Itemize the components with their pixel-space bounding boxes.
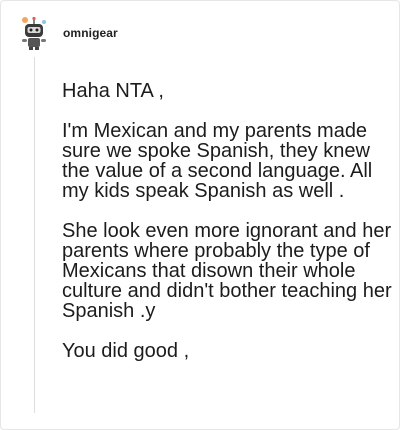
comment-card: omnigear Haha NTA , I'm Mexican and my p…	[0, 0, 400, 430]
username[interactable]: omnigear	[63, 26, 118, 40]
comment-paragraph: You did good ,	[62, 340, 190, 362]
robot-avatar-icon[interactable]	[19, 15, 49, 51]
comment-paragraph: I'm Mexican and my parents made sure we …	[62, 120, 373, 202]
thread-line[interactable]	[34, 57, 35, 413]
comment-body: Haha NTA , I'm Mexican and my parents ma…	[62, 81, 392, 381]
comment-paragraph: She look even more ignorant and her pare…	[62, 220, 392, 322]
comment-header: omnigear	[19, 13, 118, 53]
comment-paragraph: Haha NTA ,	[62, 80, 164, 102]
